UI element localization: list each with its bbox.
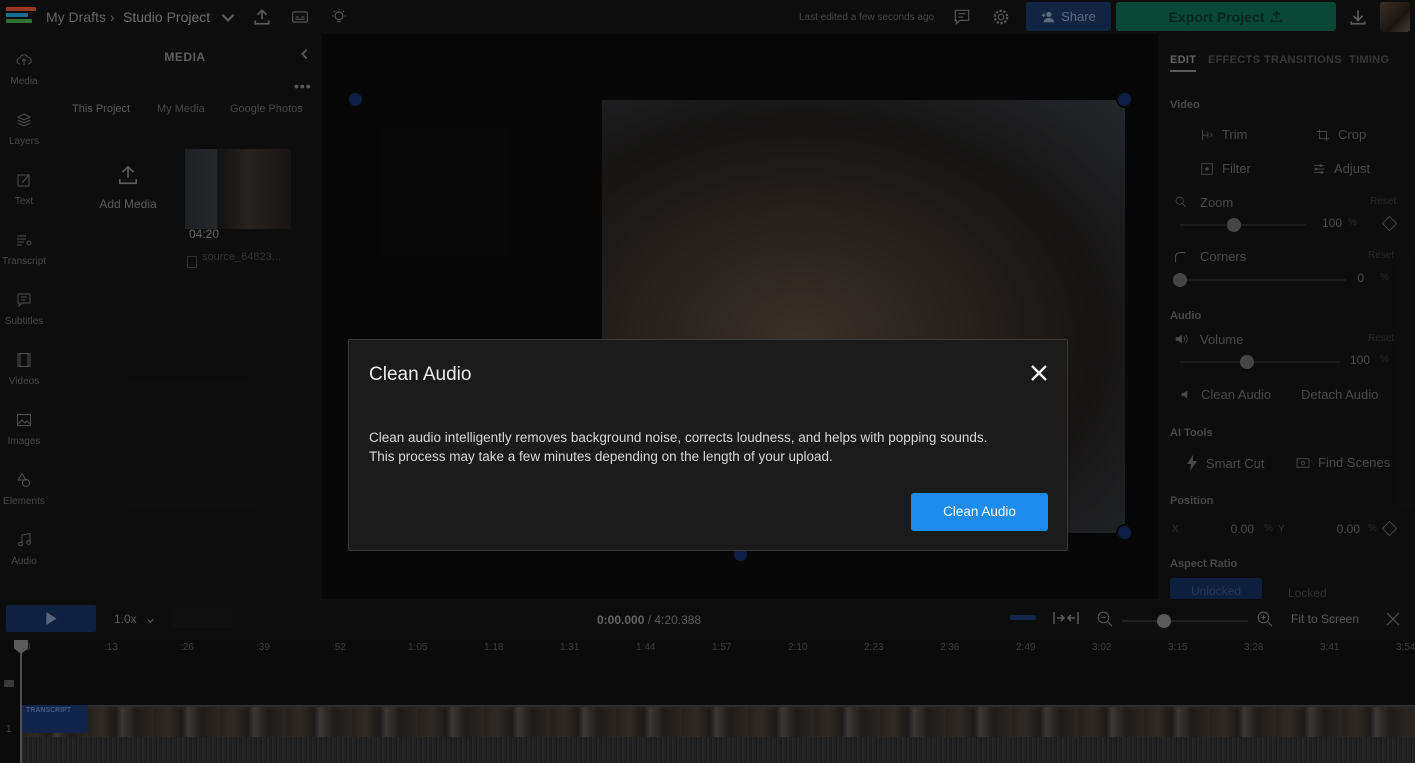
dialog-description-line-2: This process may take a few minutes depe… [369, 449, 833, 464]
clean-audio-confirm-button[interactable]: Clean Audio [911, 493, 1048, 531]
dialog-description: Clean audio intelligently removes backgr… [369, 428, 1059, 466]
dialog-title: Clean Audio [369, 364, 472, 385]
dialog-description-line-1: Clean audio intelligently removes backgr… [369, 430, 988, 445]
app-root: My Drafts › Studio Project Last edited a… [0, 0, 1415, 763]
close-icon[interactable] [1027, 361, 1051, 385]
clean-audio-dialog: Clean Audio Clean audio intelligently re… [348, 339, 1068, 551]
